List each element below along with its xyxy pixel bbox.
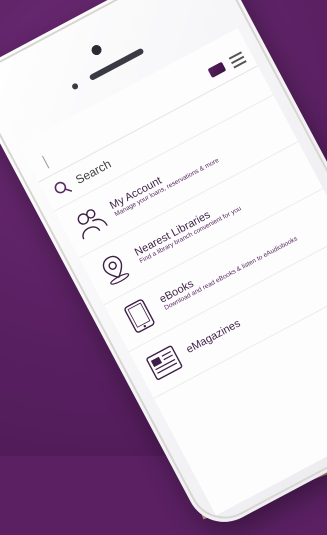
brand-divider	[41, 155, 50, 169]
people-icon	[68, 201, 111, 244]
tablet-icon	[118, 294, 161, 337]
hamburger-menu-icon[interactable]	[228, 51, 247, 69]
menu-item-title: eMagazines	[184, 317, 243, 356]
location-pin-icon	[93, 248, 136, 291]
search-icon	[52, 177, 74, 199]
brand-block	[36, 152, 56, 171]
magazine-icon	[143, 341, 186, 384]
library-logo-icon[interactable]	[205, 59, 230, 83]
